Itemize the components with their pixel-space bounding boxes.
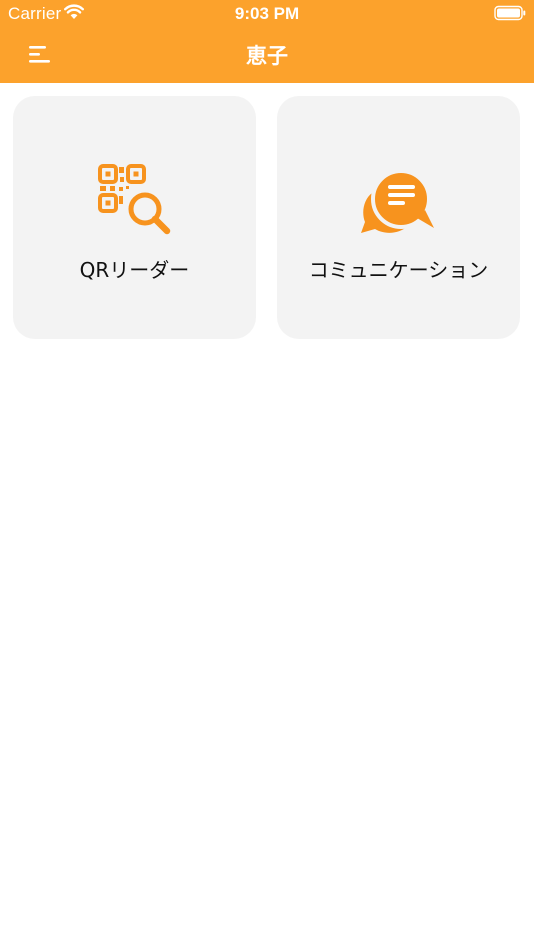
communication-tile[interactable]: コミュニケーション	[277, 96, 520, 339]
qr-reader-tile[interactable]: QRリーダー	[13, 96, 256, 339]
status-bar: Carrier 9:03 PM	[0, 0, 534, 28]
qr-reader-label: QRリーダー	[79, 258, 190, 282]
navigation-header: Carrier 9:03 PM 恵子	[0, 0, 534, 83]
communication-label: コミュニケーション	[308, 258, 489, 282]
qr-search-icon	[97, 164, 170, 235]
battery-full-icon	[494, 5, 526, 21]
chat-bubbles-icon	[360, 169, 434, 233]
page-title: 恵子	[246, 44, 288, 68]
clock-time: 9:03 PM	[234, 4, 300, 23]
